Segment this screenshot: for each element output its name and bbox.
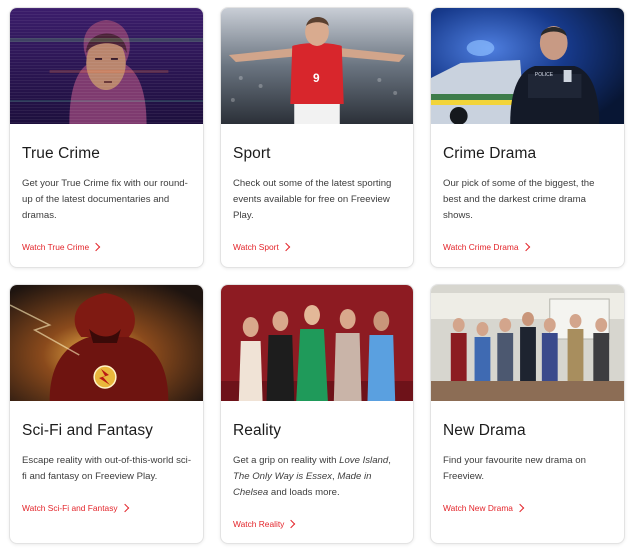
card-sci-fi-fantasy[interactable]: Sci-Fi and Fantasy Escape reality with o…	[9, 284, 204, 544]
card-reality[interactable]: Reality Get a grip on reality with Love …	[220, 284, 414, 544]
chevron-right-icon	[91, 242, 101, 252]
chevron-right-icon	[287, 519, 296, 529]
card-description: Escape reality with out-of-this-world sc…	[22, 455, 192, 482]
card-description: Check out some of the latest sporting ev…	[233, 178, 392, 221]
svg-text:POLICE: POLICE	[535, 72, 554, 78]
description-text: Get a grip on reality with	[233, 455, 340, 466]
watch-sci-fi-fantasy-link[interactable]: Watch Sci-Fi and Fantasy	[22, 503, 129, 513]
footballer-celebrating-image[interactable]: 9	[221, 8, 413, 124]
superhero-lightning-image[interactable]	[10, 285, 203, 401]
chevron-right-icon	[515, 503, 525, 513]
card-title: True Crime	[22, 145, 100, 162]
card-new-drama[interactable]: New Drama Find your favourite new drama …	[430, 284, 625, 544]
description-text: and loads more.	[268, 487, 340, 498]
card-title: Crime Drama	[443, 145, 537, 162]
chevron-right-icon	[521, 242, 530, 252]
link-label: Watch Sci-Fi and Fantasy	[22, 503, 118, 513]
link-label: Watch Reality	[233, 519, 285, 529]
link-label: Watch Crime Drama	[443, 242, 519, 252]
woman-portrait-glitch-image[interactable]	[10, 8, 203, 124]
card-title: New Drama	[443, 422, 526, 439]
drama-cast-group-image[interactable]	[431, 285, 624, 401]
link-label: Watch New Drama	[443, 503, 513, 513]
svg-text:9: 9	[313, 71, 320, 85]
card-description: Our pick of some of the biggest, the bes…	[443, 178, 595, 221]
watch-crime-drama-link[interactable]: Watch Crime Drama	[443, 242, 530, 252]
watch-sport-link[interactable]: Watch Sport	[233, 242, 291, 252]
chevron-right-icon	[120, 503, 129, 513]
card-description: Get a grip on reality with Love Island, …	[233, 453, 403, 501]
watch-true-crime-link[interactable]: Watch True Crime	[22, 242, 101, 252]
card-true-crime[interactable]: True Crime Get your True Crime fix with …	[9, 7, 204, 268]
reality-cast-group-image[interactable]	[221, 285, 413, 401]
card-description: Find your favourite new drama on Freevie…	[443, 455, 586, 482]
show-title-love-island: Love Island	[339, 455, 389, 466]
chevron-right-icon	[281, 242, 291, 252]
show-title-towie: The Only Way is Essex	[233, 471, 332, 482]
card-sport[interactable]: 9 Sport Check out some of the latest spo…	[220, 7, 414, 268]
link-label: Watch Sport	[233, 242, 279, 252]
description-text: ,	[388, 455, 391, 466]
card-title: Sci-Fi and Fantasy	[22, 422, 154, 439]
link-label: Watch True Crime	[22, 242, 90, 252]
watch-new-drama-link[interactable]: Watch New Drama	[443, 503, 525, 513]
card-title: Sport	[233, 145, 271, 162]
card-crime-drama[interactable]: POLICE Crime Drama Our pick of some of t…	[430, 7, 625, 268]
card-description: Get your True Crime fix with our round-u…	[22, 178, 188, 221]
watch-reality-link[interactable]: Watch Reality	[233, 519, 296, 529]
card-title: Reality	[233, 422, 282, 439]
police-officer-car-image[interactable]: POLICE	[431, 8, 624, 124]
